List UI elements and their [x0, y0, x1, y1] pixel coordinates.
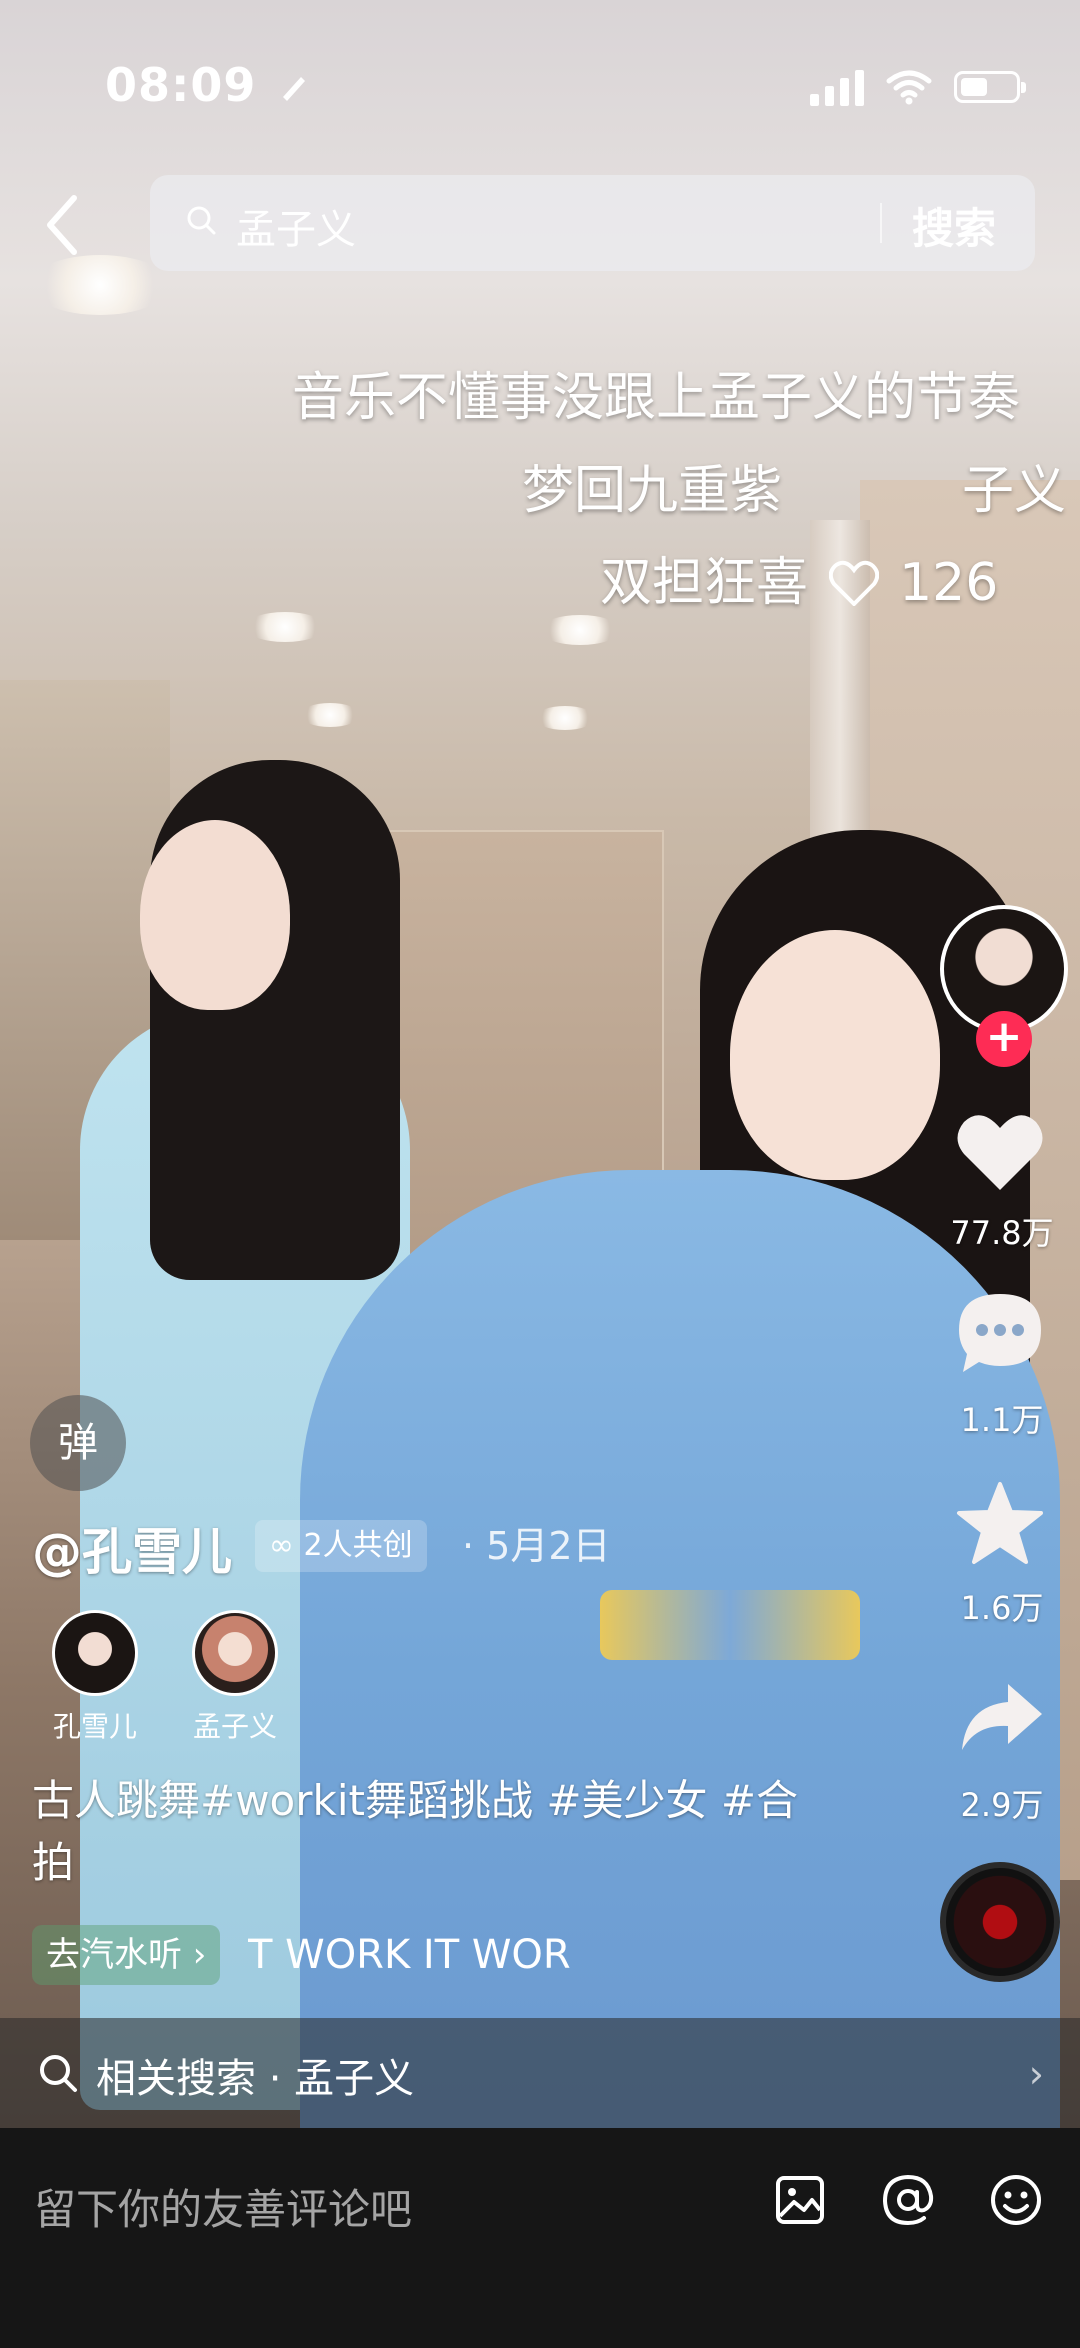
related-search-label: 相关搜索 · 孟子义 — [96, 2056, 415, 2102]
share-arrow-icon[interactable] — [958, 1680, 1044, 1754]
ceiling-light — [300, 703, 360, 727]
ceiling-light — [30, 255, 170, 315]
danmaku-comment: 子义 — [962, 461, 1067, 521]
collab-label: 2人共创 — [303, 1528, 413, 1563]
status-bar: 08:09 — [0, 0, 1080, 170]
open-music-app-button[interactable]: 去汽水听 › — [32, 1925, 221, 1985]
like-count: 77.8万 — [950, 1214, 1054, 1252]
video-frame[interactable] — [0, 0, 1080, 2348]
search-bar[interactable]: 孟子义 搜索 — [150, 175, 1035, 271]
music-disc-icon[interactable] — [940, 1862, 1060, 1982]
battery-icon — [954, 71, 1026, 103]
favorite-star-icon[interactable] — [955, 1480, 1045, 1566]
dancer-right-face — [730, 930, 940, 1180]
emoji-icon[interactable] — [986, 2170, 1046, 2230]
comment-bubble-icon[interactable] — [955, 1290, 1045, 1376]
collaborator-avatar[interactable] — [192, 1610, 278, 1696]
search-icon — [40, 2055, 77, 2092]
related-search-bar[interactable]: 相关搜索 · 孟子义 › — [0, 2018, 1080, 2128]
video-caption[interactable]: 古人跳舞#workit舞蹈挑战 #美少女 #合拍 — [32, 1770, 832, 1894]
heart-icon — [828, 560, 879, 606]
collaborator-name[interactable]: 孟子义 — [170, 1705, 300, 1745]
wifi-icon — [886, 70, 932, 105]
mention-at-icon[interactable] — [878, 2170, 938, 2230]
dancer-left-face — [140, 820, 290, 1010]
link-icon: ∞ — [269, 1528, 294, 1563]
danmaku-like-count: 126 — [899, 553, 999, 613]
share-count: 2.9万 — [960, 1786, 1044, 1824]
danmaku-text: 双担狂喜 — [600, 553, 809, 613]
status-icons — [810, 68, 1026, 106]
back-arrow-icon[interactable] — [38, 190, 88, 260]
follow-plus-button[interactable]: + — [976, 1011, 1032, 1067]
like-heart-icon[interactable] — [955, 1110, 1045, 1194]
post-date: · 5月2日 — [462, 1524, 611, 1568]
image-icon[interactable] — [770, 2170, 830, 2230]
status-time: 08:09 — [105, 58, 309, 112]
comment-bar: 留下你的友善评论吧 — [0, 2128, 1080, 2348]
dancer-right-sash — [600, 1590, 860, 1660]
favorite-count: 1.6万 — [960, 1589, 1044, 1627]
edit-pencil-icon — [283, 77, 306, 101]
ceiling-light — [540, 615, 620, 645]
search-divider — [880, 203, 882, 243]
collab-badge[interactable]: ∞ 2人共创 — [255, 1520, 427, 1572]
danmu-toggle-button[interactable]: 弹 — [30, 1395, 126, 1491]
collaborator-avatar[interactable] — [52, 1610, 138, 1696]
comment-input[interactable]: 留下你的友善评论吧 — [34, 2176, 412, 2237]
collaborator-name[interactable]: 孔雪儿 — [30, 1705, 160, 1745]
danmaku-comment-liked: 双担狂喜 126 — [600, 540, 998, 615]
comment-count: 1.1万 — [960, 1401, 1044, 1439]
music-title[interactable]: T WORK IT WOR — [248, 1922, 668, 1988]
search-icon — [187, 206, 216, 235]
signal-icon — [810, 68, 864, 106]
danmaku-comment: 梦回九重紫 — [522, 461, 783, 521]
danmaku-comment: 音乐不懂事没跟上孟子义的节奏 — [292, 368, 1021, 428]
ceiling-light — [245, 612, 325, 642]
search-button[interactable]: 搜索 — [912, 195, 996, 256]
ceiling-light — [535, 706, 595, 730]
chevron-right-icon: › — [1028, 2052, 1044, 2096]
search-query[interactable]: 孟子义 — [236, 197, 356, 255]
author-name[interactable]: @孔雪儿 — [32, 1512, 232, 1584]
